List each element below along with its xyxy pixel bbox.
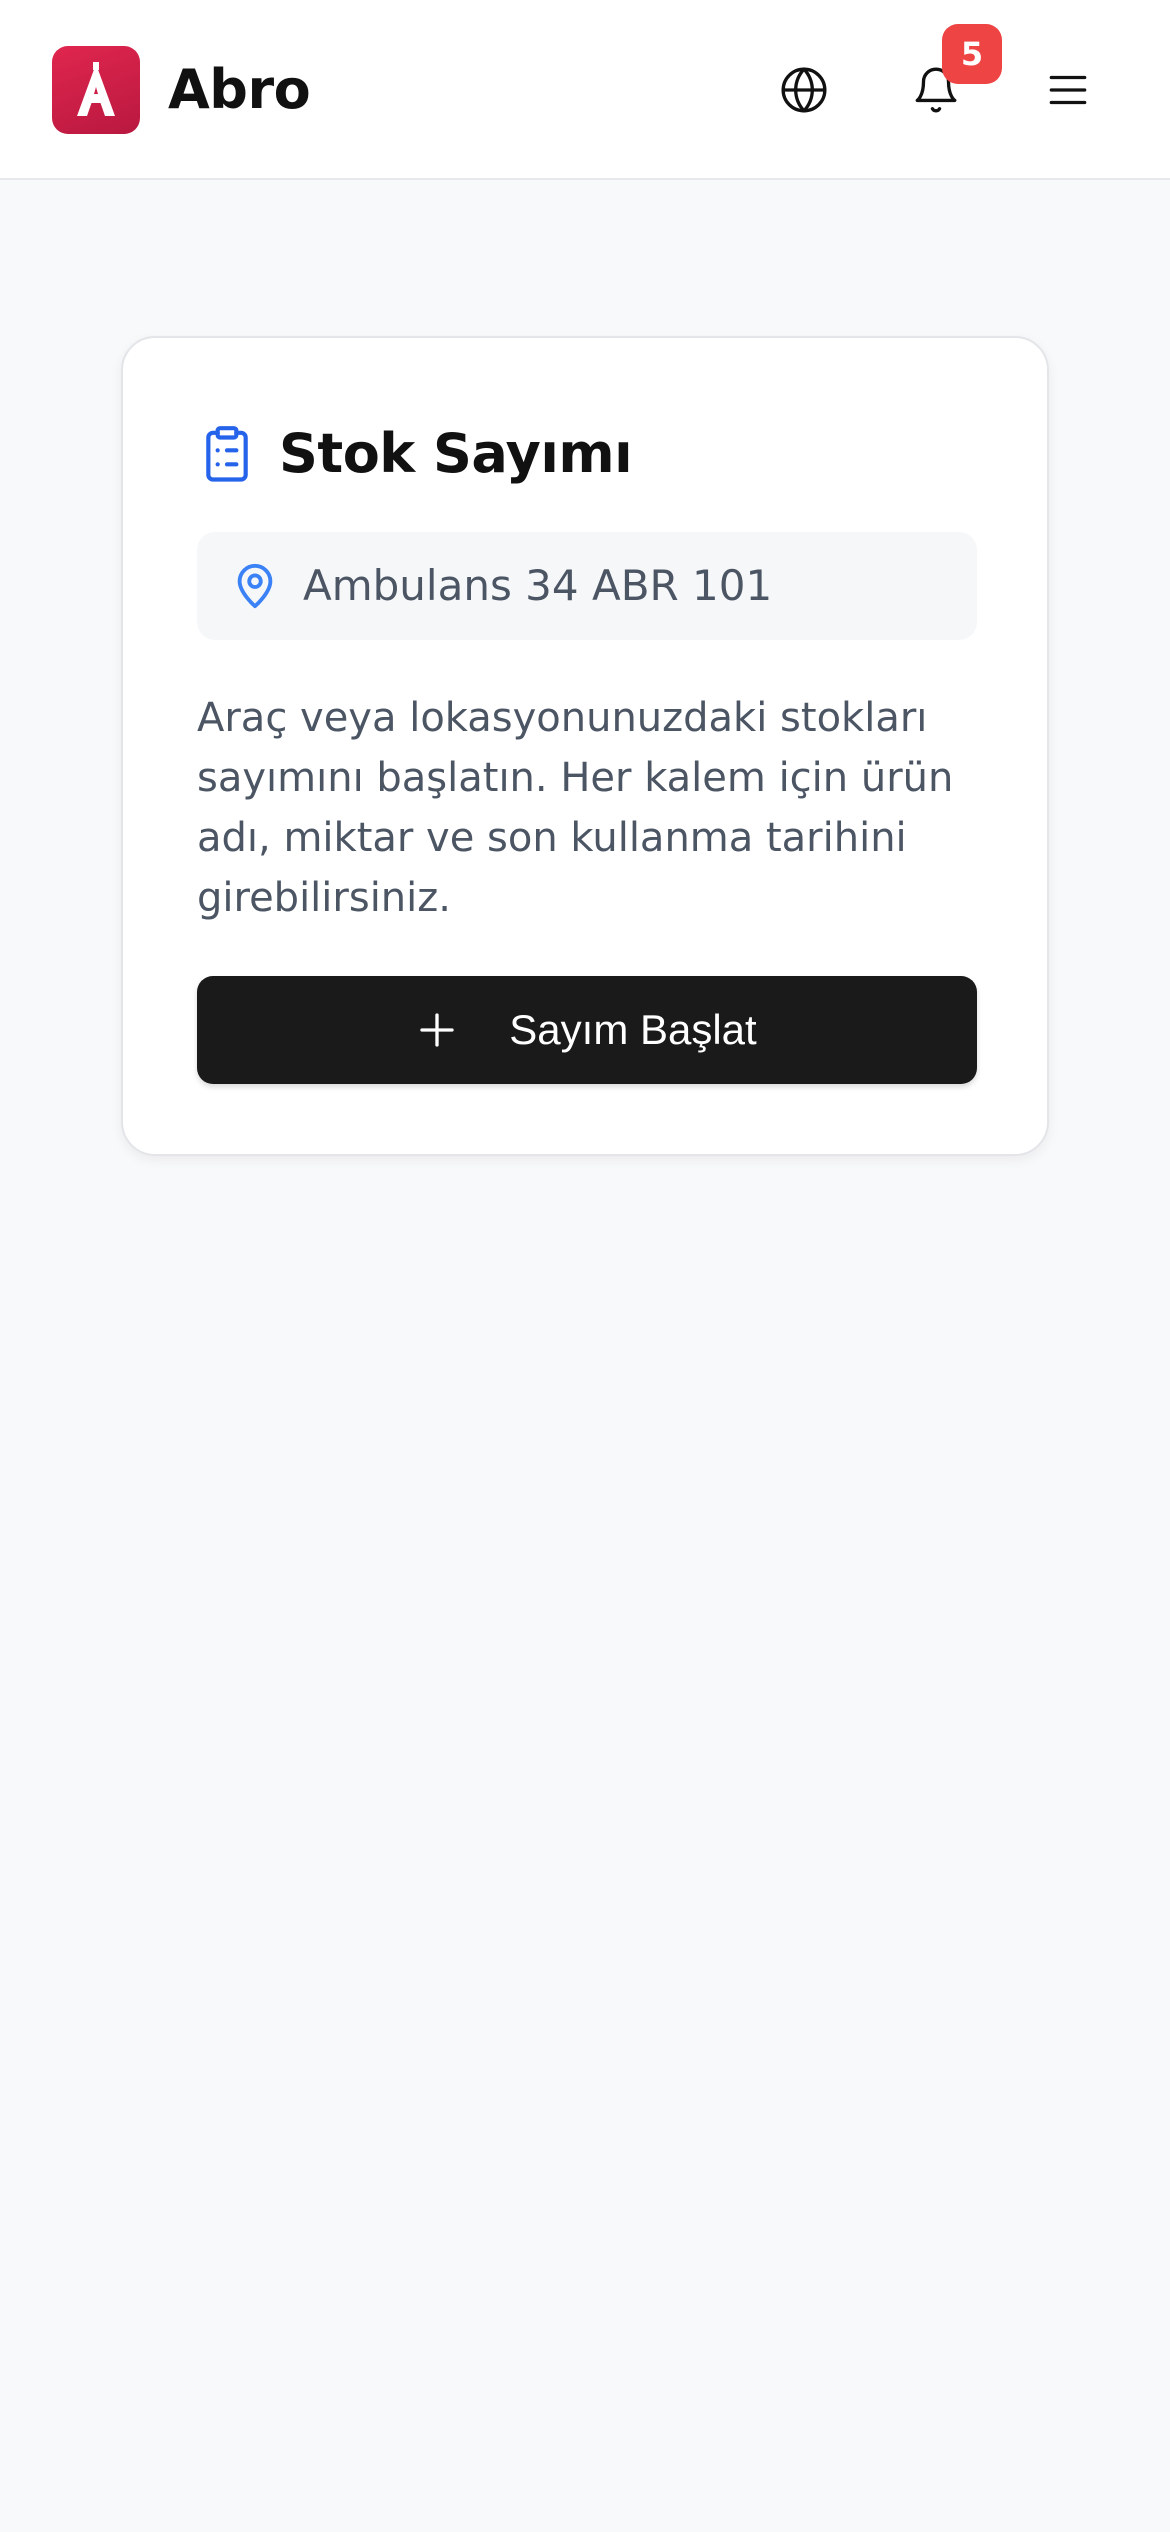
start-count-button[interactable]: Sayım Başlat [197, 976, 977, 1084]
notification-badge: 5 [942, 24, 1002, 84]
location-display: Ambulans 34 ABR 101 [197, 532, 977, 640]
card-description: Araç veya lokasyonunuzdaki stokları sayı… [197, 695, 954, 921]
start-count-label: Sayım Başlat [509, 1006, 757, 1053]
card-title: Stok Sayımı [279, 422, 633, 485]
app-logo[interactable] [52, 46, 140, 134]
menu-button[interactable] [1028, 50, 1108, 130]
clipboard-list-icon [206, 426, 248, 482]
map-pin-icon [237, 564, 273, 609]
stock-count-card: Stok Sayımı Ambulans 34 ABR 101 Araç vey… [121, 336, 1049, 1156]
globe-icon [781, 67, 827, 113]
app-header: Abro 5 [0, 0, 1170, 180]
plus-icon [420, 1013, 454, 1047]
menu-icon [1049, 75, 1087, 105]
abro-logo-icon [77, 62, 115, 116]
location-text: Ambulans 34 ABR 101 [303, 561, 773, 610]
app-name: Abro [168, 58, 311, 121]
language-button[interactable] [764, 50, 844, 130]
